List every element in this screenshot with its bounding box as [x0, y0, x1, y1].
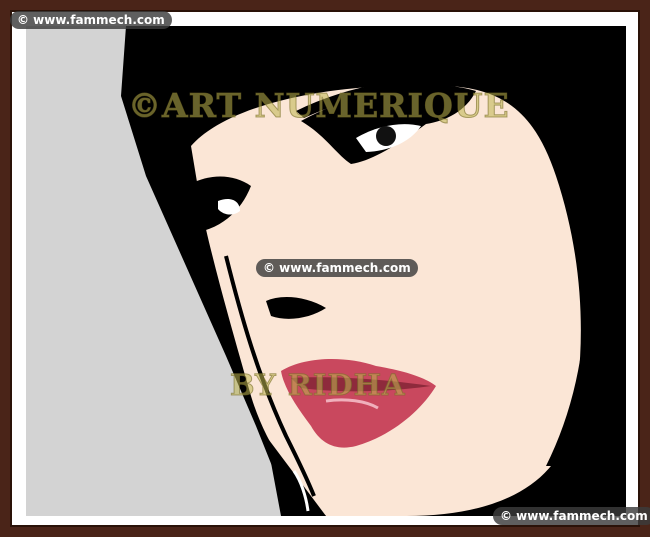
- artwork-byline-text: BY RIDHA: [230, 368, 406, 403]
- artwork-title-text: ©ART NUMERIQUE: [128, 86, 510, 126]
- watermark-bottom-right: © www.fammech.com: [493, 507, 650, 525]
- watermark-center: © www.fammech.com: [256, 259, 418, 277]
- watermark-top-left: © www.fammech.com: [10, 11, 172, 29]
